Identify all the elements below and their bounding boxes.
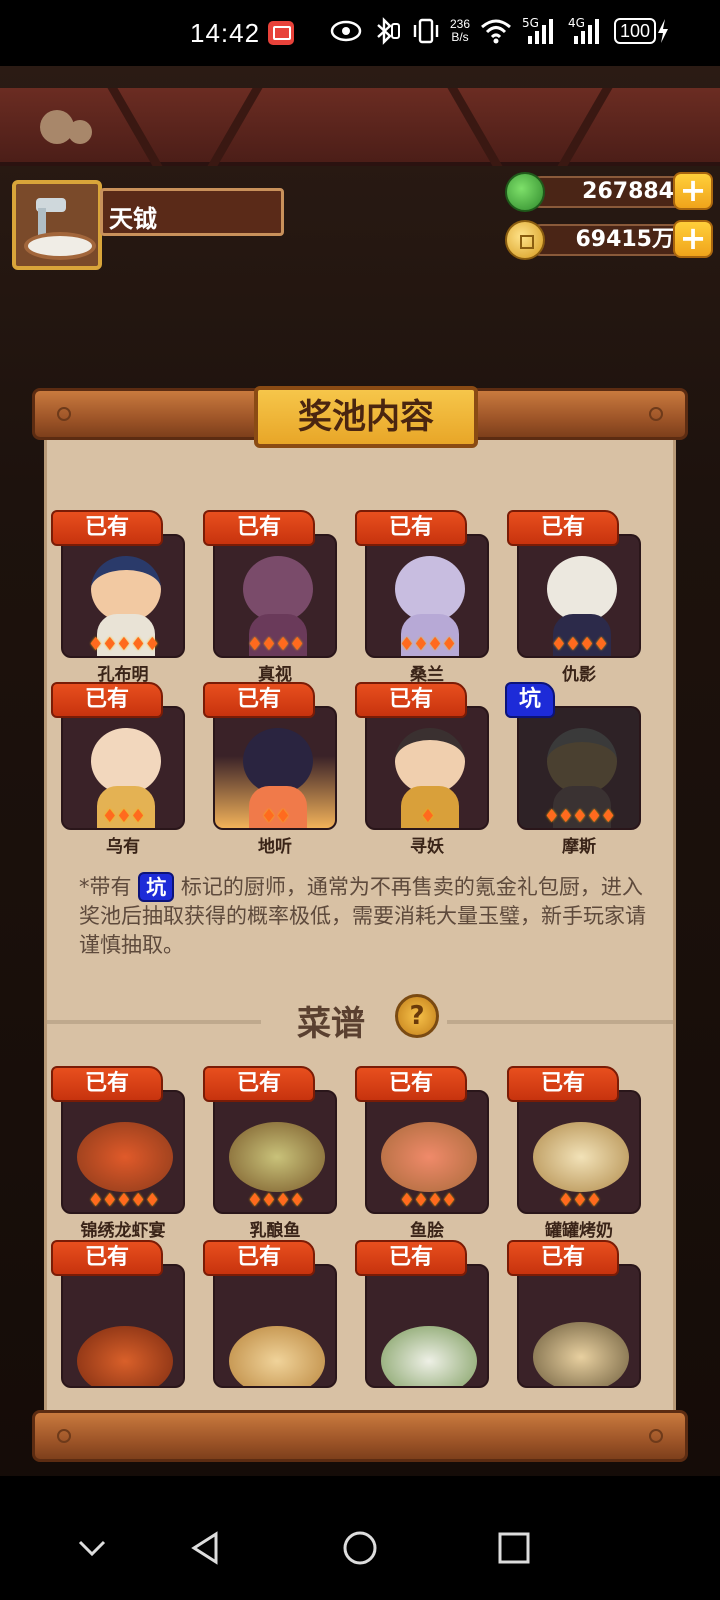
owned-tag: 已有 xyxy=(203,1066,315,1102)
prize-pool-panel[interactable]: ♦♦♦♦♦ 已有 孔布明 ♦♦♦♦ 已有 真视 ♦♦♦♦ 已有 桑兰 ♦♦♦♦ … xyxy=(44,432,676,1412)
recipe-name: 乳酿鱼 xyxy=(249,1221,301,1241)
recipe-card[interactable]: ♦♦♦♦♦ 已有 锦绣龙虾宴 xyxy=(51,1066,185,1241)
status-bar: 14:42 236 B/s 5G 4G 100 xyxy=(0,0,720,66)
coin-icon xyxy=(505,220,545,260)
chef-card[interactable]: ♦♦♦♦♦ 已有 孔布明 xyxy=(51,510,185,685)
chef-name: 寻妖 xyxy=(410,837,444,857)
owned-tag: 已有 xyxy=(51,510,163,546)
recipe-row-2: 已有 已有 已有 已有 xyxy=(51,1240,671,1410)
owned-tag: 已有 xyxy=(355,1240,467,1276)
chevron-down-icon[interactable] xyxy=(72,1528,112,1568)
recipe-card[interactable]: ♦♦♦♦ 已有 乳酿鱼 xyxy=(203,1066,337,1241)
owned-tag: 已有 xyxy=(355,510,467,546)
recipes-section-header: 菜谱 ? xyxy=(47,992,673,1044)
chef-name: 地听 xyxy=(258,837,292,857)
recipe-name: 锦绣龙虾宴 xyxy=(80,1221,166,1241)
owned-tag: 已有 xyxy=(203,1240,315,1276)
chef-card[interactable]: ♦♦ 已有 地听 xyxy=(203,682,337,857)
coin-currency: 69415万 + xyxy=(505,220,715,260)
network-speed: 236 B/s xyxy=(450,17,471,44)
add-coins-button[interactable]: + xyxy=(673,220,713,258)
recipe-row-1: ♦♦♦♦♦ 已有 锦绣龙虾宴 ♦♦♦♦ 已有 乳酿鱼 ♦♦♦♦ 已有 鱼脍 ♦♦… xyxy=(51,1066,671,1241)
recipe-card[interactable]: 已有 xyxy=(203,1240,337,1410)
chef-card[interactable]: ♦ 已有 寻妖 xyxy=(355,682,489,857)
app-notification-icon xyxy=(268,21,294,45)
jade-icon xyxy=(505,172,545,212)
recents-icon[interactable] xyxy=(494,1528,534,1568)
owned-tag: 已有 xyxy=(51,682,163,718)
coin-amount: 69415万 xyxy=(525,224,690,256)
vibrate-icon xyxy=(412,14,440,48)
chef-card[interactable]: ♦♦♦ 已有 乌有 xyxy=(51,682,185,857)
chef-name: 摩斯 xyxy=(562,837,596,857)
back-icon[interactable] xyxy=(186,1528,226,1568)
recipe-name: 鱼脍 xyxy=(410,1221,444,1241)
owned-tag: 已有 xyxy=(507,510,619,546)
scroll-bottom-rod xyxy=(32,1410,688,1462)
recipes-title: 菜谱 xyxy=(297,1004,365,1044)
chick-decoration xyxy=(40,110,92,148)
status-icons: 236 B/s 5G 4G 100 xyxy=(330,14,670,48)
jade-amount: 267884 xyxy=(525,176,690,208)
recipe-card[interactable]: 已有 xyxy=(355,1240,489,1410)
status-time: 14:42 xyxy=(190,18,261,48)
jade-currency: 267884 + xyxy=(505,172,715,212)
panel-title: 奖池内容 xyxy=(254,386,478,448)
bluetooth-icon xyxy=(372,14,402,48)
chef-card[interactable]: ♦♦♦♦ 已有 真视 xyxy=(203,510,337,685)
owned-tag: 已有 xyxy=(507,1240,619,1276)
chef-row-2: ♦♦♦ 已有 乌有 ♦♦ 已有 地听 ♦ 已有 寻妖 ♦♦♦♦♦ 坑 摩斯 xyxy=(51,682,671,857)
pit-chef-note: *带有 坑 标记的厨师，通常为不再售卖的氪金礼包厨，进入奖池后抽取获得的概率极低… xyxy=(79,872,649,960)
chef-card[interactable]: ♦♦♦♦ 已有 桑兰 xyxy=(355,510,489,685)
player-name: 天钺 xyxy=(100,188,284,236)
system-nav-bar xyxy=(0,1476,720,1600)
owned-tag: 已有 xyxy=(203,682,315,718)
owned-tag: 已有 xyxy=(507,1066,619,1102)
recipe-card[interactable]: ♦♦♦♦ 已有 鱼脍 xyxy=(355,1066,489,1241)
chef-card[interactable]: ♦♦♦♦ 已有 仇影 xyxy=(507,510,641,685)
recipe-name: 罐罐烤奶 xyxy=(545,1221,613,1241)
owned-tag: 已有 xyxy=(51,1066,163,1102)
wifi-icon xyxy=(480,14,512,48)
owned-tag: 已有 xyxy=(203,510,315,546)
help-icon[interactable]: ? xyxy=(395,994,439,1038)
rarity-flames: ♦♦♦♦♦ xyxy=(87,634,161,655)
recipe-card[interactable]: 已有 xyxy=(51,1240,185,1410)
chef-card[interactable]: ♦♦♦♦♦ 坑 摩斯 xyxy=(505,682,641,857)
recipe-card[interactable]: ♦♦♦ 已有 罐罐烤奶 xyxy=(507,1066,641,1241)
player-avatar[interactable] xyxy=(12,180,102,270)
roof-beam xyxy=(0,88,720,166)
owned-tag: 已有 xyxy=(51,1240,163,1276)
home-icon[interactable] xyxy=(340,1528,380,1568)
pit-tag-inline: 坑 xyxy=(138,872,175,902)
chef-row-1: ♦♦♦♦♦ 已有 孔布明 ♦♦♦♦ 已有 真视 ♦♦♦♦ 已有 桑兰 ♦♦♦♦ … xyxy=(51,510,671,685)
pit-tag: 坑 xyxy=(505,682,555,718)
signal-4g-icon: 4G xyxy=(568,14,604,48)
chef-name: 乌有 xyxy=(106,837,140,857)
signal-5g-icon: 5G xyxy=(522,14,558,48)
battery-icon: 100 xyxy=(614,14,670,48)
owned-tag: 已有 xyxy=(355,1066,467,1102)
recipe-card[interactable]: 已有 xyxy=(507,1240,641,1410)
owned-tag: 已有 xyxy=(355,682,467,718)
add-jade-button[interactable]: + xyxy=(673,172,713,210)
eye-icon xyxy=(330,14,362,48)
